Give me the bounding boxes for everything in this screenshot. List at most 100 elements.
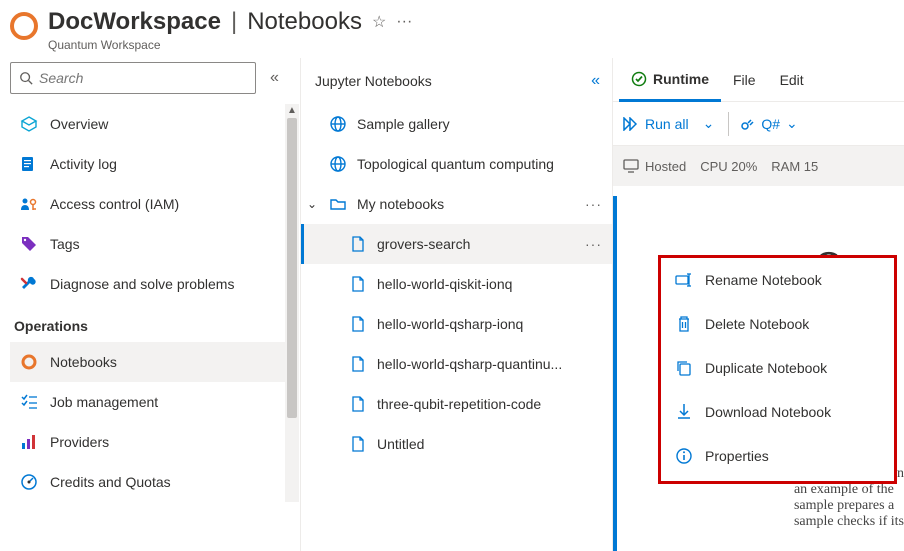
globe-icon xyxy=(329,155,347,173)
scrollbar-thumb[interactable] xyxy=(287,118,297,418)
tab-edit[interactable]: Edit xyxy=(768,58,816,101)
file-icon xyxy=(349,355,367,373)
sidebar-item-providers[interactable]: Providers xyxy=(10,422,299,462)
tab-file[interactable]: File xyxy=(721,58,768,101)
tree-group-label: My notebooks xyxy=(357,196,444,212)
menu-item-download[interactable]: Download Notebook xyxy=(661,390,894,434)
monitor-icon xyxy=(623,159,639,173)
file-icon xyxy=(349,315,367,333)
editor-toolbar: Run all ⌄ Q# ⌄ xyxy=(613,102,904,146)
trash-icon xyxy=(675,315,693,333)
status-cpu: CPU 20% xyxy=(700,159,757,174)
sidebar-item-label: Credits and Quotas xyxy=(50,474,171,490)
search-input[interactable] xyxy=(39,70,247,86)
wrench-icon xyxy=(20,275,38,293)
language-picker[interactable]: Q# ⌄ xyxy=(739,115,797,132)
chevron-down-icon[interactable]: ⌄ xyxy=(307,197,317,211)
header: DocWorkspace | Notebooks ☆ ··· Quantum W… xyxy=(0,0,904,58)
menu-item-properties[interactable]: Properties xyxy=(661,434,894,478)
ring-icon xyxy=(20,353,38,371)
search-box[interactable] xyxy=(10,62,256,94)
barchart-icon xyxy=(20,433,38,451)
file-item[interactable]: Untitled xyxy=(301,424,612,464)
file-item-grovers-search[interactable]: grovers-search ··· xyxy=(301,224,612,264)
sidebar-item-access-control[interactable]: Access control (IAM) xyxy=(10,184,299,224)
menu-item-label: Rename Notebook xyxy=(705,272,822,288)
file-icon xyxy=(349,395,367,413)
file-item[interactable]: hello-world-qiskit-ionq xyxy=(301,264,612,304)
sidebar-scrollbar[interactable]: ▲ xyxy=(285,104,299,502)
file-item[interactable]: hello-world-qsharp-quantinu... xyxy=(301,344,612,384)
sidebar-item-label: Notebooks xyxy=(50,354,117,370)
title-separator: | xyxy=(231,8,237,36)
sidebar-item-credits-quotas[interactable]: Credits and Quotas xyxy=(10,462,299,502)
file-item[interactable]: three-qubit-repetition-code xyxy=(301,384,612,424)
file-item-label: Untitled xyxy=(377,436,424,452)
collapse-sidebar-icon[interactable]: « xyxy=(266,65,283,91)
logo-icon xyxy=(10,12,38,40)
play-all-icon xyxy=(623,117,639,131)
status-ram: RAM 15 xyxy=(771,159,818,174)
menu-item-label: Duplicate Notebook xyxy=(705,360,827,376)
sidebar-item-notebooks[interactable]: Notebooks xyxy=(10,342,299,382)
sidebar-item-activity-log[interactable]: Activity log xyxy=(10,144,299,184)
tree-group-my-notebooks[interactable]: ⌄ My notebooks ··· xyxy=(301,184,612,224)
download-icon xyxy=(675,403,693,421)
info-icon xyxy=(675,447,693,465)
sidebar-item-overview[interactable]: Overview xyxy=(10,104,299,144)
tab-label: Runtime xyxy=(653,71,709,87)
file-icon xyxy=(349,235,367,253)
collapse-explorer-icon[interactable]: « xyxy=(591,72,600,90)
sidebar-item-diagnose[interactable]: Diagnose and solve problems xyxy=(10,264,299,304)
run-all-button[interactable]: Run all xyxy=(623,116,689,132)
favorite-star-icon[interactable]: ☆ xyxy=(372,12,386,32)
sidebar: « Overview Activity log Access control (… xyxy=(0,58,300,551)
tree-group-topo-quantum[interactable]: Topological quantum computing xyxy=(301,144,612,184)
file-icon xyxy=(349,275,367,293)
run-all-dropdown[interactable]: ⌄ xyxy=(699,115,719,132)
cell-marker xyxy=(613,196,617,551)
tree-group-more-icon[interactable]: ··· xyxy=(585,196,602,212)
people-key-icon xyxy=(20,195,38,213)
plug-icon xyxy=(739,116,755,132)
log-icon xyxy=(20,155,38,173)
language-label: Q# xyxy=(761,116,780,132)
sidebar-item-label: Job management xyxy=(50,394,158,410)
sidebar-section-operations: Operations xyxy=(10,304,299,342)
editor-tabs: Runtime File Edit xyxy=(613,58,904,102)
file-icon xyxy=(349,435,367,453)
sidebar-item-label: Overview xyxy=(50,116,108,132)
menu-item-rename[interactable]: Rename Notebook xyxy=(661,258,894,302)
sidebar-item-tags[interactable]: Tags xyxy=(10,224,299,264)
sidebar-item-label: Diagnose and solve problems xyxy=(50,276,234,292)
tag-icon xyxy=(20,235,38,253)
file-item-label: grovers-search xyxy=(377,236,470,252)
run-all-label: Run all xyxy=(645,116,689,132)
cube-icon xyxy=(20,115,38,133)
scrollbar-up-arrow-icon[interactable]: ▲ xyxy=(285,104,299,118)
menu-item-label: Properties xyxy=(705,448,769,464)
file-item-label: hello-world-qsharp-ionq xyxy=(377,316,523,332)
checklist-icon xyxy=(20,393,38,411)
editor-statusbar: Hosted CPU 20% RAM 15 xyxy=(613,146,904,186)
sidebar-item-job-management[interactable]: Job management xyxy=(10,382,299,422)
file-item-more-icon[interactable]: ··· xyxy=(585,236,602,252)
file-item-label: hello-world-qsharp-quantinu... xyxy=(377,356,562,372)
workspace-title: DocWorkspace xyxy=(48,8,221,36)
menu-item-duplicate[interactable]: Duplicate Notebook xyxy=(661,346,894,390)
file-item-label: three-qubit-repetition-code xyxy=(377,396,541,412)
tab-label: File xyxy=(733,72,756,88)
explorer-title: Jupyter Notebooks xyxy=(315,73,432,89)
chevron-down-icon: ⌄ xyxy=(786,115,798,132)
menu-item-delete[interactable]: Delete Notebook xyxy=(661,302,894,346)
folder-icon xyxy=(329,195,347,213)
tree-group-label: Topological quantum computing xyxy=(357,156,554,172)
gauge-icon xyxy=(20,473,38,491)
globe-icon xyxy=(329,115,347,133)
tree-group-sample-gallery[interactable]: Sample gallery xyxy=(301,104,612,144)
rename-icon xyxy=(675,271,693,289)
header-more-icon[interactable]: ··· xyxy=(396,13,412,31)
tab-runtime[interactable]: Runtime xyxy=(619,59,721,102)
toolbar-divider xyxy=(728,112,729,136)
file-item[interactable]: hello-world-qsharp-ionq xyxy=(301,304,612,344)
